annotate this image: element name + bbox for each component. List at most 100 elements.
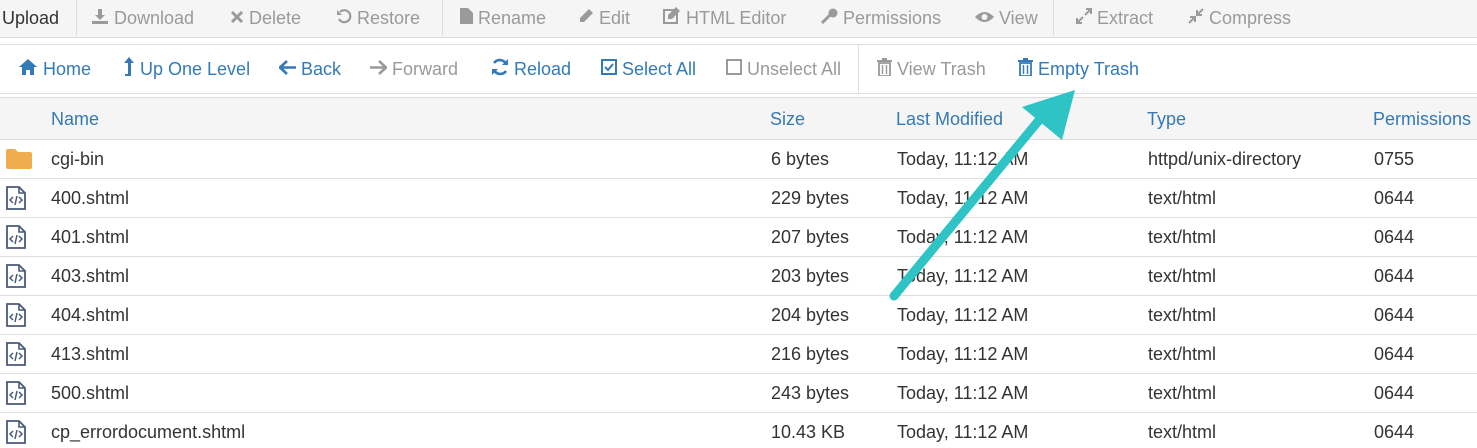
toolbar-divider xyxy=(858,45,859,93)
eye-icon xyxy=(975,8,994,29)
column-header-type[interactable]: Type xyxy=(1147,98,1186,140)
table-row[interactable]: 413.shtml 216 bytes Today, 11:12 AM text/ht… xyxy=(0,335,1477,374)
file-size: 207 bytes xyxy=(771,226,850,247)
html-editor-label: HTML Editor xyxy=(686,7,787,28)
edit-label: Edit xyxy=(599,7,631,28)
column-header-size[interactable]: Size xyxy=(770,98,805,140)
file-size: 204 bytes xyxy=(771,304,850,325)
html-file-icon xyxy=(6,257,26,295)
file-name[interactable]: cp_errordocument.shtml xyxy=(51,413,245,448)
reload-button[interactable]: Reload xyxy=(491,45,571,93)
rename-label: Rename xyxy=(478,7,547,28)
file-permissions: 0644 xyxy=(1374,265,1415,286)
file-last-modified: Today, 11:12 AM xyxy=(897,304,1029,325)
table-row[interactable]: 400.shtml 229 bytes Today, 11:12 AM text/ht… xyxy=(0,179,1477,218)
file-permissions: 0644 xyxy=(1374,304,1415,325)
restore-label: Restore xyxy=(357,7,421,28)
file-permissions: 0644 xyxy=(1374,343,1415,364)
column-header-name[interactable]: Name xyxy=(51,98,99,140)
extract-button[interactable]: Extract xyxy=(1076,0,1153,36)
download-button[interactable]: Download xyxy=(91,0,194,36)
compress-button[interactable]: Compress xyxy=(1188,0,1291,36)
file-size: 229 bytes xyxy=(771,187,850,208)
file-type: text/html xyxy=(1148,343,1217,364)
empty-trash-button[interactable]: Empty Trash xyxy=(1018,45,1139,93)
edit-square-icon xyxy=(663,7,681,29)
unselect-all-button[interactable]: Unselect All xyxy=(726,45,841,93)
file-name[interactable]: 500.shtml xyxy=(51,374,129,412)
extract-label: Extract xyxy=(1097,7,1154,28)
toolbar-divider xyxy=(1053,0,1054,36)
table-row[interactable]: 401.shtml 207 bytes Today, 11:12 AM text/ht… xyxy=(0,218,1477,257)
html-file-icon xyxy=(6,413,26,448)
file-table: Name Size Last Modified Type Permissions… xyxy=(0,97,1477,448)
file-last-modified: Today, 11:12 AM xyxy=(897,343,1029,364)
rename-button[interactable]: Rename xyxy=(460,0,546,36)
table-row[interactable]: 403.shtml 203 bytes Today, 11:12 AM text/ht… xyxy=(0,257,1477,296)
file-last-modified: Today, 11:12 AM xyxy=(897,421,1029,442)
file-last-modified: Today, 11:12 AM xyxy=(897,226,1029,247)
file-name[interactable]: 404.shtml xyxy=(51,296,129,334)
file-permissions: 0755 xyxy=(1374,148,1415,169)
compress-icon xyxy=(1188,7,1204,29)
table-row[interactable]: 500.shtml 243 bytes Today, 11:12 AM text/ht… xyxy=(0,374,1477,413)
unselect-all-label: Unselect All xyxy=(747,58,842,79)
html-file-icon xyxy=(6,335,26,373)
level-up-icon xyxy=(123,57,135,81)
file-size: 203 bytes xyxy=(771,265,850,286)
html-file-icon xyxy=(6,218,26,256)
file-name[interactable]: 400.shtml xyxy=(51,179,129,217)
pencil-icon xyxy=(578,8,594,29)
table-row[interactable]: 404.shtml 204 bytes Today, 11:12 AM text/ht… xyxy=(0,296,1477,335)
delete-label: Delete xyxy=(249,7,302,28)
table-body: cgi-bin 6 bytes Today, 11:12 AM httpd/unix-… xyxy=(0,140,1477,448)
file-actions-toolbar: Upload Download Delete Restore Rename Ed… xyxy=(0,0,1477,38)
file-permissions: 0644 xyxy=(1374,382,1415,403)
navigation-toolbar: Home Up One Level Back Forward Reload Se… xyxy=(0,44,1477,94)
up-one-level-label: Up One Level xyxy=(140,58,251,79)
back-label: Back xyxy=(301,58,342,79)
toolbar-divider xyxy=(76,0,77,36)
arrow-left-icon xyxy=(278,59,296,80)
view-trash-button[interactable]: View Trash xyxy=(877,45,986,93)
file-permissions: 0644 xyxy=(1374,226,1415,247)
file-type: text/html xyxy=(1148,304,1217,325)
file-type: text/html xyxy=(1148,265,1217,286)
undo-icon xyxy=(336,8,352,29)
html-editor-button[interactable]: HTML Editor xyxy=(663,0,786,36)
up-one-level-button[interactable]: Up One Level xyxy=(123,45,250,93)
arrow-right-icon xyxy=(370,59,388,80)
view-button[interactable]: View xyxy=(975,0,1038,36)
file-name[interactable]: cgi-bin xyxy=(51,140,104,178)
compress-label: Compress xyxy=(1209,7,1292,28)
file-name[interactable]: 401.shtml xyxy=(51,218,129,256)
home-button[interactable]: Home xyxy=(18,45,91,93)
edit-button[interactable]: Edit xyxy=(578,0,630,36)
select-all-label: Select All xyxy=(622,58,697,79)
upload-button[interactable]: Upload xyxy=(2,0,59,36)
restore-button[interactable]: Restore xyxy=(336,0,420,36)
permissions-label: Permissions xyxy=(843,7,942,28)
permissions-button[interactable]: Permissions xyxy=(820,0,942,36)
key-icon xyxy=(820,8,838,29)
table-row[interactable]: cgi-bin 6 bytes Today, 11:12 AM httpd/unix-… xyxy=(0,140,1477,179)
file-last-modified: Today, 11:12 AM xyxy=(897,187,1029,208)
file-name[interactable]: 403.shtml xyxy=(51,257,129,295)
file-type: text/html xyxy=(1148,382,1217,403)
column-header-last-modified[interactable]: Last Modified xyxy=(896,98,1003,140)
trash-icon xyxy=(877,57,892,81)
file-permissions: 0644 xyxy=(1374,421,1415,442)
forward-button[interactable]: Forward xyxy=(370,45,458,93)
select-all-button[interactable]: Select All xyxy=(601,45,696,93)
file-name[interactable]: 413.shtml xyxy=(51,335,129,373)
table-row[interactable]: cp_errordocument.shtml 10.43 KB Today, 11:… xyxy=(0,413,1477,448)
file-size: 216 bytes xyxy=(771,343,850,364)
empty-box-icon xyxy=(726,58,742,80)
delete-button[interactable]: Delete xyxy=(230,0,301,36)
refresh-icon xyxy=(491,58,509,81)
column-header-permissions[interactable]: Permissions xyxy=(1373,98,1471,140)
file-last-modified: Today, 11:12 AM xyxy=(897,382,1029,403)
back-button[interactable]: Back xyxy=(278,45,342,93)
view-trash-label: View Trash xyxy=(897,58,986,79)
expand-icon xyxy=(1076,7,1092,29)
